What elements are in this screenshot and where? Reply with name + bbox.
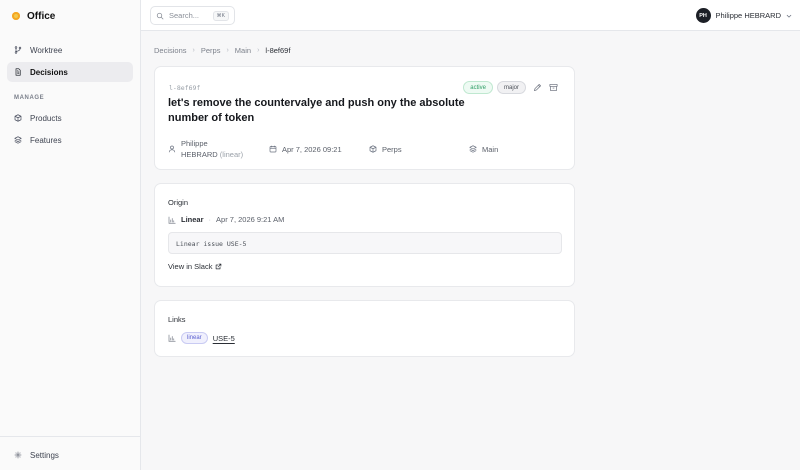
decision-id: l-8ef69f bbox=[169, 84, 201, 92]
origin-heading: Origin bbox=[168, 198, 189, 207]
decision-author: Philippe HEBRARD (linear) bbox=[168, 137, 243, 161]
breadcrumb-branch[interactable]: Main bbox=[235, 46, 251, 55]
breadcrumb: Decisions › Perps › Main › l-8ef69f bbox=[154, 45, 290, 55]
status-badge: active bbox=[463, 81, 493, 94]
sidebar-item-label: Products bbox=[30, 113, 62, 123]
slack-link-label: View in Slack bbox=[168, 262, 213, 271]
app-window: Office Worktree Decisions MANAGE Product… bbox=[0, 0, 800, 470]
sidebar-item-label: Features bbox=[30, 135, 62, 145]
sidebar: Office Worktree Decisions MANAGE Product… bbox=[0, 0, 141, 470]
sidebar-item-features[interactable]: Features bbox=[7, 130, 133, 150]
document-icon bbox=[15, 68, 21, 76]
search-icon bbox=[156, 12, 164, 19]
origin-source: Linear bbox=[181, 215, 204, 224]
breadcrumb-decisions[interactable]: Decisions bbox=[154, 46, 187, 55]
origin-source-line: Linear · Apr 7, 2026 9:21 AM bbox=[168, 215, 284, 224]
decision-branch-text: Main bbox=[482, 144, 499, 154]
archive-icon bbox=[548, 84, 558, 91]
brand-logo-icon bbox=[12, 12, 20, 20]
links-heading: Links bbox=[168, 315, 186, 324]
chevron-right-icon: › bbox=[257, 46, 260, 54]
external-link-icon bbox=[216, 263, 222, 270]
decision-project-text: Perps bbox=[382, 144, 402, 154]
box-icon bbox=[369, 145, 377, 153]
decision-badges: active major bbox=[463, 81, 558, 94]
author-last-name: HEBRARD bbox=[181, 150, 218, 159]
avatar: PH bbox=[695, 8, 711, 23]
git-branch-icon bbox=[14, 46, 22, 54]
links-card: Links linear USE-5 bbox=[154, 300, 575, 357]
breadcrumb-project[interactable]: Perps bbox=[201, 46, 221, 55]
user-name: Philippe HEBRARD bbox=[715, 11, 781, 20]
search-placeholder: Search... bbox=[169, 11, 200, 20]
bar-chart-icon bbox=[168, 334, 176, 342]
link-source-badge: linear bbox=[181, 332, 208, 344]
user-menu[interactable]: PH Philippe HEBRARD bbox=[695, 8, 792, 23]
decision-branch: Main bbox=[469, 137, 498, 161]
bar-chart-icon bbox=[168, 216, 176, 224]
edit-button[interactable] bbox=[532, 83, 542, 93]
view-in-slack-link[interactable]: View in Slack bbox=[168, 262, 222, 271]
search-shortcut: ⌘K bbox=[212, 10, 229, 21]
origin-separator: · bbox=[208, 215, 212, 224]
topbar: Search... ⌘K PH Philippe HEBRARD bbox=[141, 0, 800, 31]
chevron-right-icon: › bbox=[192, 46, 195, 54]
decision-date: Apr 7, 2026 09:21 bbox=[269, 137, 342, 161]
archive-button[interactable] bbox=[548, 83, 558, 93]
sidebar-item-decisions[interactable]: Decisions bbox=[7, 62, 133, 82]
pencil-icon bbox=[533, 84, 541, 91]
decision-date-text: Apr 7, 2026 09:21 bbox=[282, 144, 342, 154]
sidebar-item-settings[interactable]: Settings bbox=[7, 445, 133, 465]
brand-name: Office bbox=[27, 10, 56, 22]
brand[interactable]: Office bbox=[12, 9, 55, 23]
author-first-name: Philippe bbox=[181, 139, 208, 148]
gear-icon bbox=[14, 451, 22, 459]
decision-card: l-8ef69f active major let's remove the c… bbox=[154, 66, 575, 170]
link-item: linear USE-5 bbox=[168, 332, 235, 344]
chevron-right-icon: › bbox=[226, 46, 229, 54]
sidebar-footer: Settings bbox=[0, 436, 140, 470]
author-source: (linear) bbox=[219, 150, 244, 159]
sidebar-item-label: Worktree bbox=[30, 45, 63, 55]
decision-project: Perps bbox=[369, 137, 402, 161]
chevron-down-icon bbox=[786, 14, 792, 17]
origin-timestamp: Apr 7, 2026 9:21 AM bbox=[216, 215, 285, 224]
sidebar-item-products[interactable]: Products bbox=[7, 108, 133, 128]
sidebar-item-label: Settings bbox=[30, 450, 59, 460]
layers-icon bbox=[469, 145, 477, 153]
calendar-icon bbox=[269, 145, 277, 153]
layers-icon bbox=[14, 136, 22, 144]
origin-card: Origin Linear · Apr 7, 2026 9:21 AM Line… bbox=[154, 183, 575, 287]
box-icon bbox=[14, 114, 22, 122]
decision-title: let's remove the countervalye and push o… bbox=[168, 97, 465, 124]
user-icon bbox=[168, 145, 176, 153]
sidebar-item-worktree[interactable]: Worktree bbox=[7, 40, 133, 60]
search-input[interactable]: Search... ⌘K bbox=[150, 6, 235, 25]
severity-badge: major bbox=[496, 81, 526, 94]
sidebar-item-label: Decisions bbox=[30, 67, 68, 77]
issue-link[interactable]: USE-5 bbox=[213, 334, 235, 343]
origin-content: Linear issue USE-5 bbox=[168, 232, 562, 254]
breadcrumb-current: l-8ef69f bbox=[265, 45, 291, 55]
manage-section-label: MANAGE bbox=[14, 95, 45, 101]
